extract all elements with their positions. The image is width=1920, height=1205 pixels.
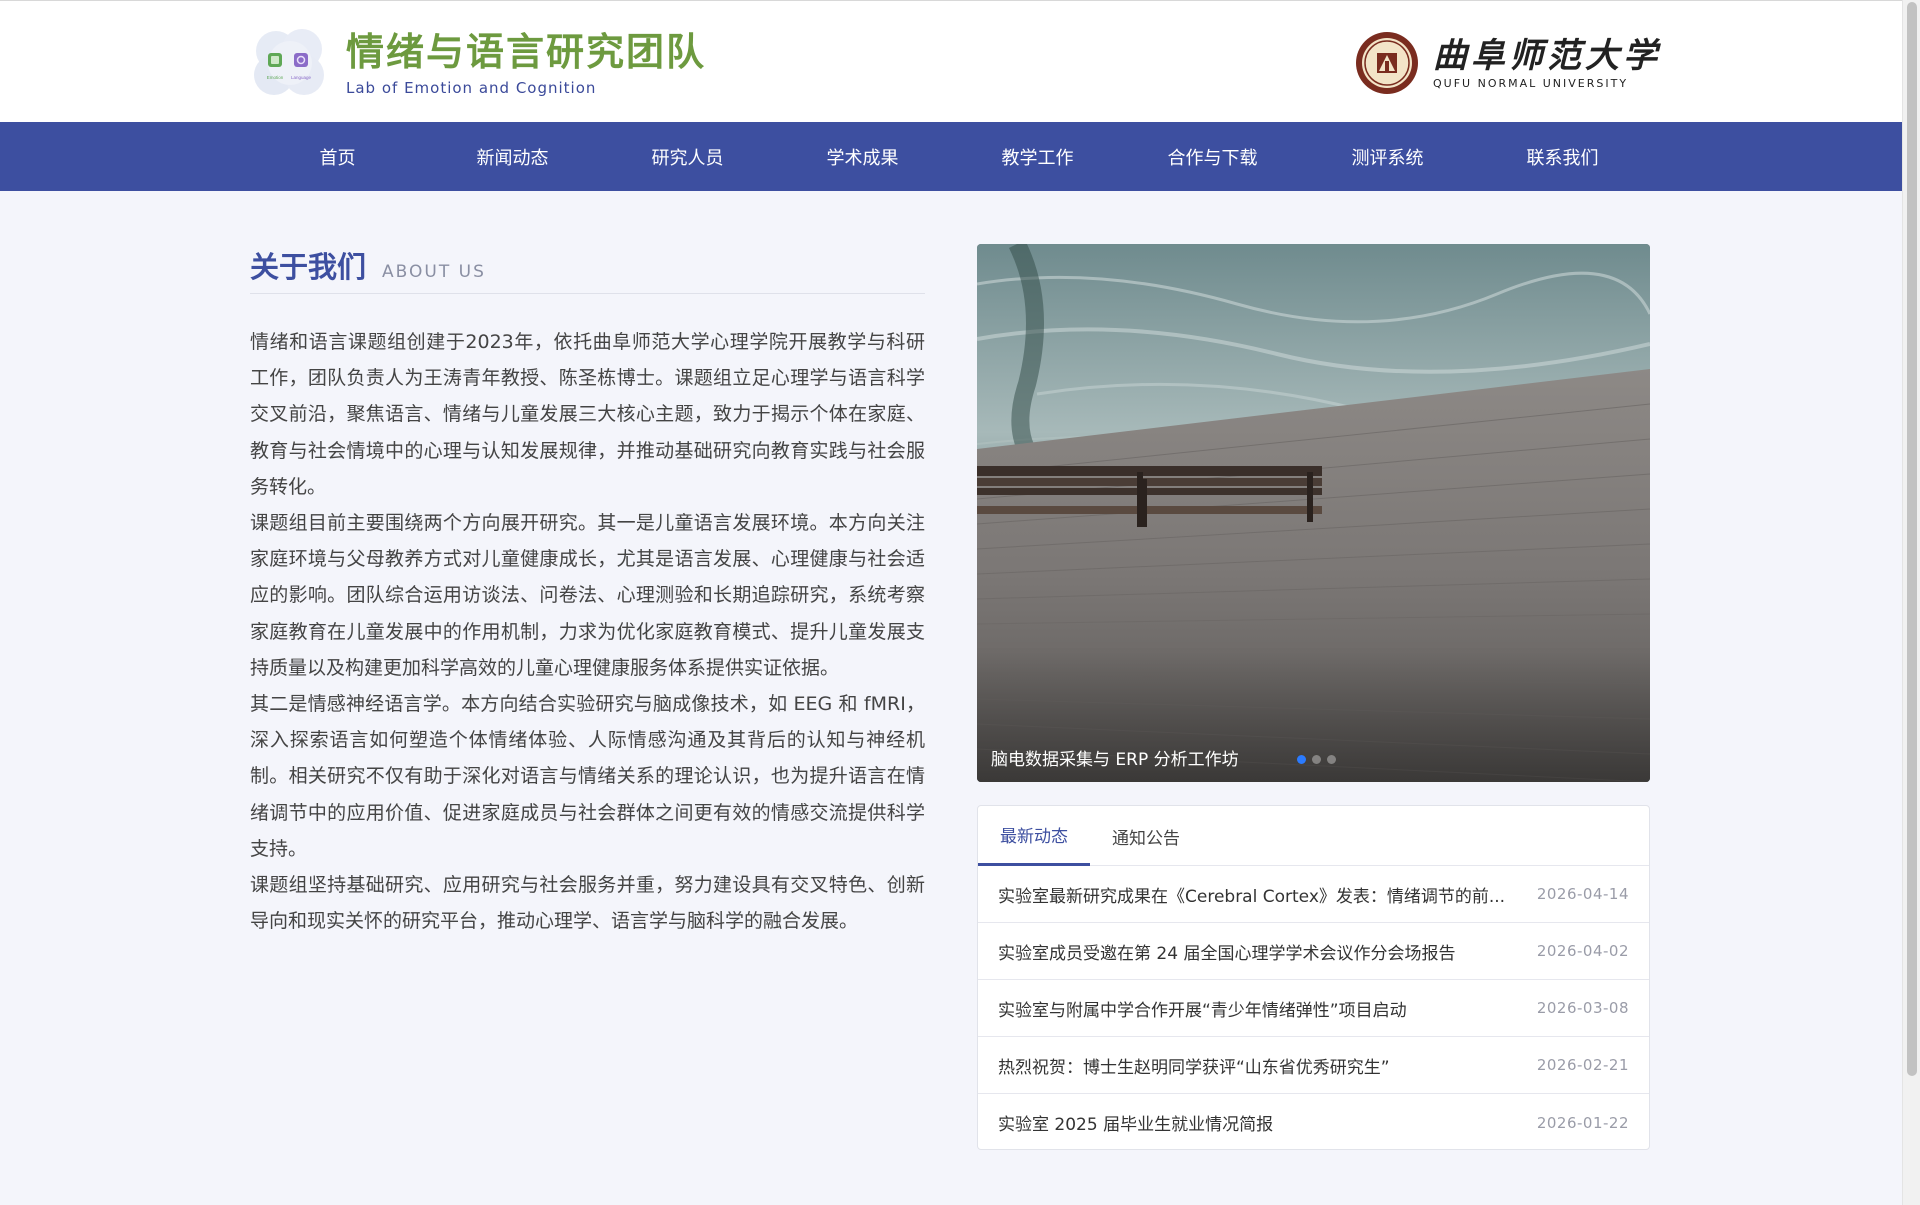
news-item[interactable]: 实验室成员受邀在第 24 届全国心理学学术会议作分会场报告 2026-04-02	[978, 923, 1649, 980]
about-paragraph: 课题组目前主要围绕两个方向展开研究。其一是儿童语言发展环境。本方向关注家庭环境与…	[250, 512, 925, 679]
university-brand[interactable]: 曲阜师范大学 QUFU NORMAL UNIVERSITY	[1355, 31, 1661, 95]
news-item-date: 2026-01-22	[1536, 1113, 1629, 1132]
nav-news[interactable]: 新闻动态	[425, 122, 600, 191]
news-item-date: 2026-02-21	[1536, 1056, 1629, 1074]
brand-title: 情绪与语言研究团队	[346, 30, 707, 74]
carousel-dots	[1297, 755, 1342, 764]
news-item-date: 2026-03-08	[1536, 999, 1629, 1017]
news-item[interactable]: 实验室与附属中学合作开展“青少年情绪弹性”项目启动 2026-03-08	[978, 980, 1649, 1037]
site-header: Emotion Language 情绪与语言研究团队 Lab of Emotio…	[0, 0, 1902, 122]
news-item-title: 实验室与附属中学合作开展“青少年情绪弹性”项目启动	[998, 1000, 1407, 1021]
news-item[interactable]: 实验室 2025 届毕业生就业情况简报 2026-01-22	[978, 1094, 1649, 1151]
nav-cooperation-downloads[interactable]: 合作与下载	[1125, 122, 1300, 191]
news-item-title: 实验室最新研究成果在《Cerebral Cortex》发表：情绪调节的前...	[998, 886, 1506, 907]
nav-teaching[interactable]: 教学工作	[950, 122, 1125, 191]
brand-subtitle: Lab of Emotion and Cognition	[346, 79, 597, 97]
news-item-title: 热烈祝贺：博士生赵明同学获评“山东省优秀研究生”	[998, 1057, 1390, 1078]
about-title: 关于我们	[250, 250, 367, 284]
lab-brand[interactable]: Emotion Language 情绪与语言研究团队 Lab of Emotio…	[250, 25, 706, 101]
tab-latest-news[interactable]: 最新动态	[978, 806, 1090, 866]
nav-publications[interactable]: 学术成果	[775, 122, 950, 191]
about-paragraph: 情绪和语言课题组创建于2023年，依托曲阜师范大学心理学院开展教学与科研工作，团…	[250, 331, 925, 498]
svg-text:Language: Language	[291, 75, 312, 80]
page: Emotion Language 情绪与语言研究团队 Lab of Emotio…	[0, 0, 1920, 1205]
news-item[interactable]: 实验室最新研究成果在《Cerebral Cortex》发表：情绪调节的前... …	[978, 866, 1649, 923]
news-item-date: 2026-04-02	[1536, 942, 1629, 960]
carousel-dot[interactable]	[1327, 755, 1336, 764]
nav-home[interactable]: 首页	[250, 122, 425, 191]
carousel-photo	[977, 244, 1650, 782]
tab-announcements[interactable]: 通知公告	[1090, 806, 1202, 866]
about-title-en: ABOUT US	[382, 262, 486, 282]
university-seal-icon	[1355, 31, 1419, 95]
nav-assessment-system[interactable]: 测评系统	[1300, 122, 1475, 191]
carousel-caption: 脑电数据采集与 ERP 分析工作坊	[991, 750, 1239, 770]
nav-contact[interactable]: 联系我们	[1475, 122, 1650, 191]
image-carousel[interactable]: 脑电数据采集与 ERP 分析工作坊	[977, 244, 1650, 782]
news-tabs: 最新动态 通知公告	[978, 806, 1649, 866]
news-item-title: 实验室 2025 届毕业生就业情况简报	[998, 1115, 1274, 1135]
university-name-cn: 曲阜师范大学	[1433, 36, 1661, 76]
about-paragraph: 其二是情感神经语言学。本方向结合实验研究与脑成像技术，如 EEG 和 fMRI，…	[250, 693, 925, 860]
lab-logo-icon: Emotion Language	[250, 25, 330, 101]
news-item-date: 2026-04-14	[1536, 885, 1629, 903]
main-nav: 首页 新闻动态 研究人员 学术成果 教学工作 合作与下载 测评系统 联系我们	[0, 122, 1902, 191]
page-scrollbar[interactable]	[1902, 0, 1920, 1205]
news-item-title: 实验室成员受邀在第 24 届全国心理学学术会议作分会场报告	[998, 943, 1456, 964]
about-paragraph: 课题组坚持基础研究、应用研究与社会服务并重，努力建设具有交叉特色、创新导向和现实…	[250, 874, 925, 933]
university-name-en: QUFU NORMAL UNIVERSITY	[1433, 77, 1629, 90]
news-item[interactable]: 热烈祝贺：博士生赵明同学获评“山东省优秀研究生” 2026-02-21	[978, 1037, 1649, 1094]
scrollbar-thumb[interactable]	[1907, 2, 1917, 1076]
about-heading: 关于我们 ABOUT US	[250, 244, 925, 294]
about-body: 情绪和语言课题组创建于2023年，依托曲阜师范大学心理学院开展教学与科研工作，团…	[250, 324, 925, 939]
carousel-dot[interactable]	[1312, 755, 1321, 764]
carousel-dot[interactable]	[1297, 755, 1306, 764]
about-section: 关于我们 ABOUT US 情绪和语言课题组创建于2023年，依托曲阜师范大学心…	[250, 244, 925, 939]
news-panel: 最新动态 通知公告 实验室最新研究成果在《Cerebral Cortex》发表：…	[977, 805, 1650, 1150]
svg-text:Emotion: Emotion	[267, 75, 284, 80]
nav-researchers[interactable]: 研究人员	[600, 122, 775, 191]
